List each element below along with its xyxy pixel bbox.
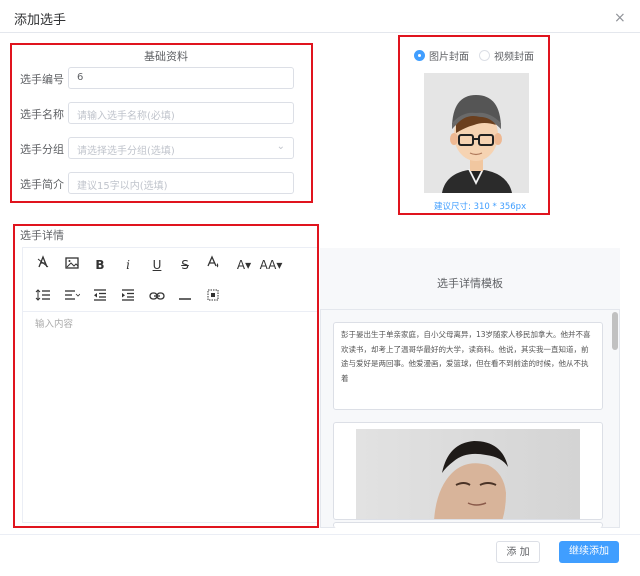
cover-size-hint: 建议尺寸: 310 * 356px [434, 202, 527, 212]
template-text: 彭于晏出生于单亲家庭，自小父母离异，13岁随家人移民加拿大。他并不喜欢读书，却考… [341, 330, 591, 383]
template-text-card[interactable]: 彭于晏出生于单亲家庭，自小父母离异，13岁随家人移民加拿大。他并不喜欢读书，却考… [333, 322, 603, 410]
radio-unchecked-icon [479, 50, 490, 61]
cover-option-video-label: 视频封面 [494, 52, 534, 63]
player-group-label: 选手分组 [20, 143, 64, 156]
avatar-placeholder-icon [424, 73, 529, 193]
radio-checked-icon [414, 50, 425, 61]
player-name-label: 选手名称 [20, 108, 64, 121]
template-photo-icon [356, 429, 580, 519]
chevron-down-icon: ⌄ [276, 141, 285, 152]
player-group-placeholder: 请选择选手分组(选填) [77, 146, 175, 157]
close-icon[interactable]: × [614, 10, 626, 26]
player-number-input[interactable]: 6 [68, 67, 294, 89]
template-image-card[interactable] [333, 422, 603, 520]
template-card-partial[interactable] [333, 522, 603, 528]
player-intro-label: 选手简介 [20, 178, 64, 191]
player-number-label: 选手编号 [20, 73, 64, 86]
footer-divider [0, 534, 640, 535]
add-button[interactable]: 添 加 [496, 541, 540, 563]
cover-option-image-label: 图片封面 [429, 52, 469, 63]
basic-info-heading: 基础资料 [144, 50, 188, 63]
template-scrollbar[interactable] [612, 312, 618, 350]
template-heading: 选手详情模板 [437, 277, 503, 290]
player-intro-input[interactable]: 建议15字以内(选填) [68, 172, 294, 194]
header-divider [0, 32, 640, 33]
continue-add-button[interactable]: 继续添加 [559, 541, 619, 563]
detail-panel [13, 224, 319, 528]
dialog-title: 添加选手 [14, 13, 67, 28]
cover-option-image[interactable]: 图片封面 [414, 48, 469, 63]
cover-image[interactable] [424, 73, 529, 193]
cover-option-video[interactable]: 视频封面 [479, 48, 534, 63]
player-name-input[interactable]: 请输入选手名称(必填) [68, 102, 294, 124]
player-group-select[interactable]: 请选择选手分组(选填) ⌄ [68, 137, 294, 159]
